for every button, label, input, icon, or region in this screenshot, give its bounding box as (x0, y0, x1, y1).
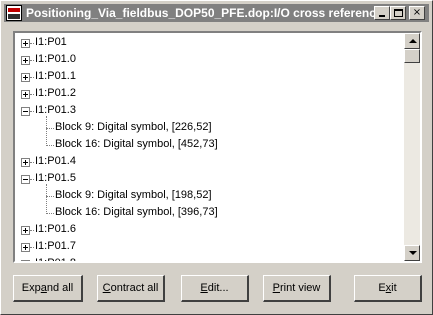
tree-list: I1:P01 I1:P01.0 I1:P01.1 I1:P01.2 I1:P01.3 Bl… (15, 33, 404, 261)
close-icon: × (412, 7, 422, 18)
expand-icon[interactable] (21, 158, 30, 167)
maximize-icon (394, 9, 403, 17)
tree-connector (30, 111, 34, 113)
scroll-down-button[interactable] (404, 245, 420, 261)
cross-reference-tree[interactable]: I1:P01 I1:P01.0 I1:P01.1 I1:P01.2 I1:P01.3 Bl… (13, 31, 422, 263)
tree-item-label: I1:P01.6 (35, 223, 76, 235)
tree-item-label: I1:P01.8 (35, 257, 76, 261)
tree-node-item[interactable]: I1:P01.5 (15, 171, 404, 188)
print-view-button[interactable]: Print view (263, 275, 331, 302)
title-bar[interactable]: Positioning_Via_fieldbus_DOP50_PFE.dop:I… (4, 4, 429, 22)
window-title: Positioning_Via_fieldbus_DOP50_PFE.dop:I… (26, 6, 383, 20)
tree-item-label: I1:P01 (35, 36, 67, 48)
tree-connector (30, 77, 34, 79)
tree-leaf-item[interactable]: Block 16: Digital symbol, [396,73] (15, 205, 404, 222)
tree-item-label: I1:P01.2 (35, 87, 76, 99)
minimize-button[interactable] (374, 6, 390, 20)
tree-node-item[interactable]: I1:P01.2 (15, 86, 404, 103)
tree-leaf-item[interactable]: Block 9: Digital symbol, [198,52] (15, 188, 404, 205)
expand-icon[interactable] (21, 39, 30, 48)
expand-icon[interactable] (21, 243, 30, 252)
tree-connector (30, 60, 34, 62)
contract-all-button[interactable]: Contract all (97, 275, 165, 302)
tree-node-item[interactable]: I1:P01.8 (15, 256, 404, 261)
scroll-thumb[interactable] (404, 49, 420, 63)
tree-item-label: I1:P01.0 (35, 53, 76, 65)
arrow-up-icon (409, 39, 417, 43)
collapse-icon[interactable] (21, 175, 30, 184)
tree-connector (46, 128, 54, 130)
tree-leaf-item[interactable]: Block 16: Digital symbol, [452,73] (15, 137, 404, 154)
expand-icon[interactable] (21, 90, 30, 99)
tree-connector (30, 247, 34, 249)
tree-connector (30, 230, 34, 232)
close-button[interactable]: × (409, 6, 425, 20)
tree-item-label: I1:P01.7 (35, 240, 76, 252)
minimize-icon (379, 15, 385, 17)
tree-connector (30, 43, 34, 45)
expand-icon[interactable] (21, 260, 30, 261)
scroll-up-button[interactable] (404, 33, 420, 49)
arrow-down-icon (409, 251, 417, 255)
tree-item-label: I1:P01.4 (35, 155, 76, 167)
tree-connector (46, 213, 54, 215)
tree-node-item[interactable]: I1:P01 (15, 35, 404, 52)
tree-item-label: Block 16: Digital symbol, [396,73] (55, 206, 218, 218)
tree-node-item[interactable]: I1:P01.6 (15, 222, 404, 239)
tree-connector (46, 145, 54, 147)
tree-connector (30, 94, 34, 96)
collapse-icon[interactable] (21, 107, 30, 116)
tree-node-item[interactable]: I1:P01.4 (15, 154, 404, 171)
tree-item-label: Block 9: Digital symbol, [226,52] (55, 121, 212, 133)
expand-icon[interactable] (21, 226, 30, 235)
tree-node-item[interactable]: I1:P01.0 (15, 52, 404, 69)
expand-icon[interactable] (21, 73, 30, 82)
tree-item-label: I1:P01.3 (35, 104, 76, 116)
tree-item-label: Block 9: Digital symbol, [198,52] (55, 189, 212, 201)
tree-leaf-item[interactable]: Block 9: Digital symbol, [226,52] (15, 120, 404, 137)
app-icon[interactable] (6, 5, 22, 21)
edit-button[interactable]: Edit... (181, 275, 249, 302)
tree-connector (30, 162, 34, 164)
tree-node-item[interactable]: I1:P01.1 (15, 69, 404, 86)
io-cross-reference-window: Positioning_Via_fieldbus_DOP50_PFE.dop:I… (0, 0, 433, 315)
expand-icon[interactable] (21, 56, 30, 65)
tree-item-label: Block 16: Digital symbol, [452,73] (55, 138, 218, 150)
tree-item-label: I1:P01.5 (35, 172, 76, 184)
maximize-button[interactable] (390, 6, 406, 20)
tree-connector (46, 196, 54, 198)
tree-node-item[interactable]: I1:P01.3 (15, 103, 404, 120)
tree-item-label: I1:P01.1 (35, 70, 76, 82)
exit-button[interactable]: Exit (354, 275, 422, 302)
expand-all-button[interactable]: Expand all (13, 275, 83, 302)
tree-connector (30, 179, 34, 181)
vertical-scrollbar[interactable] (404, 33, 420, 261)
tree-node-item[interactable]: I1:P01.7 (15, 239, 404, 256)
